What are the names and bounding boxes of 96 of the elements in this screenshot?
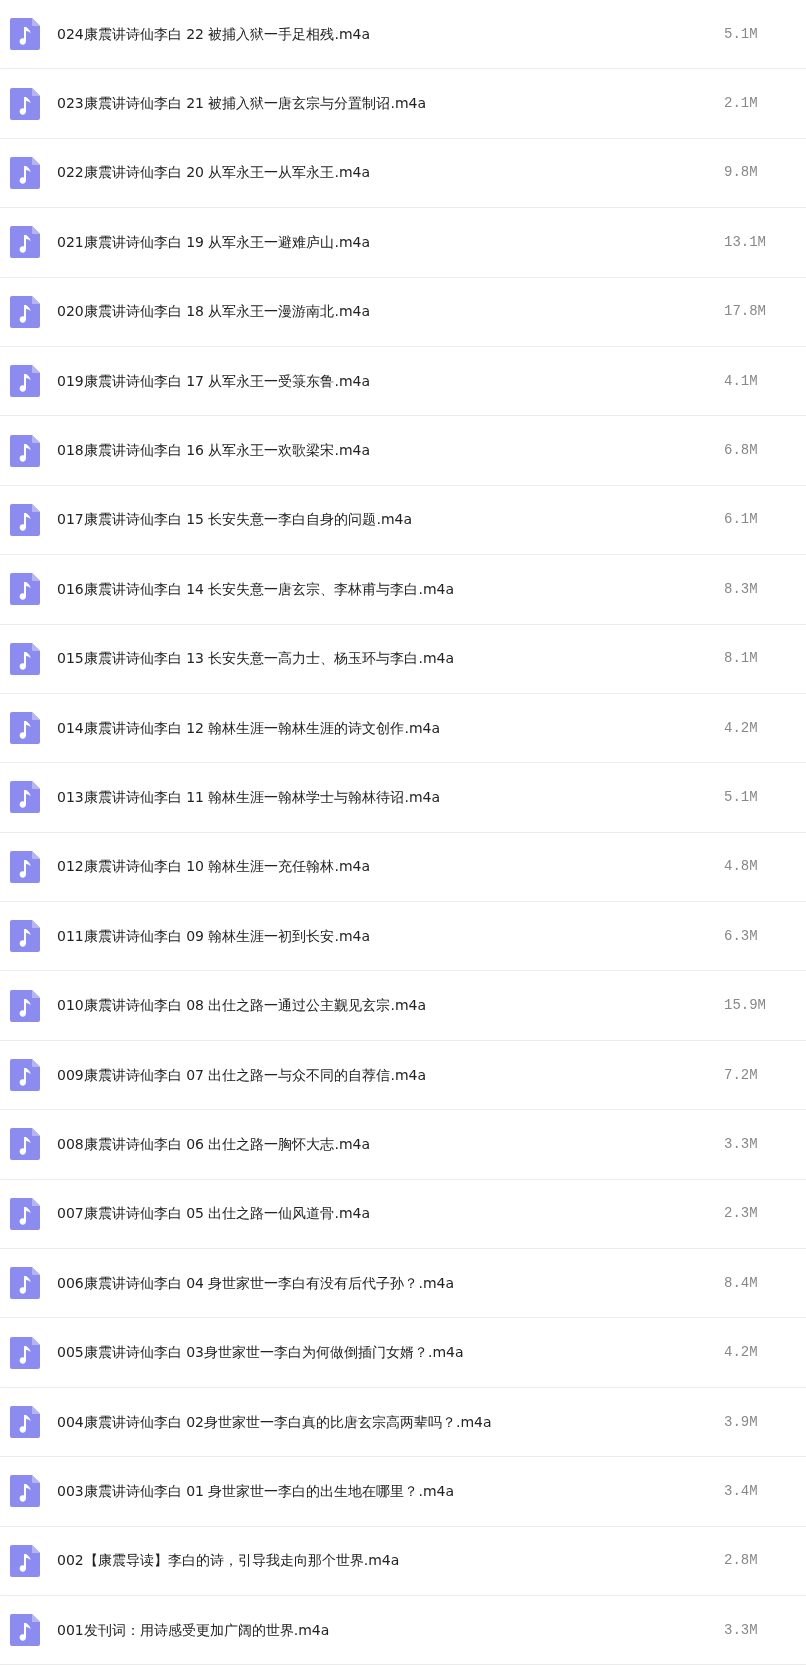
file-size: 3.3M [724,1620,759,1640]
file-name: 002【康震导读】李白的诗，引导我走向那个世界.m4a [57,1551,400,1571]
file-size: 8.4M [724,1273,759,1293]
file-name: 018康震讲诗仙李白 16 从军永王一欢歌梁宋.m4a [57,441,370,461]
file-row[interactable]: 019康震讲诗仙李白 17 从军永王一受箓东鲁.m4a 4.1M [0,346,806,417]
file-name: 005康震讲诗仙李白 03身世家世一李白为何做倒插门女婿？.m4a [57,1343,464,1363]
audio-file-icon [10,18,40,51]
audio-file-icon [10,1059,40,1092]
file-row[interactable]: 018康震讲诗仙李白 16 从军永王一欢歌梁宋.m4a 6.8M [0,416,806,486]
file-row[interactable]: 022康震讲诗仙李白 20 从军永王一从军永王.m4a 9.8M [0,138,806,209]
file-size: 4.2M [724,1343,759,1363]
file-row[interactable]: 014康震讲诗仙李白 12 翰林生涯一翰林生涯的诗文创作.m4a 4.2M [0,693,806,764]
file-size: 8.1M [724,649,759,669]
audio-file-icon [10,365,40,398]
file-size: 8.3M [724,579,759,599]
audio-file-icon [10,87,40,120]
audio-file-icon [10,434,40,467]
file-row[interactable]: 005康震讲诗仙李白 03身世家世一李白为何做倒插门女婿？.m4a 4.2M [0,1318,806,1388]
audio-file-icon [10,1614,40,1647]
audio-file-icon [10,1406,40,1438]
file-size: 17.8M [724,302,767,322]
file-row[interactable]: 016康震讲诗仙李白 14 长安失意一唐玄宗、李林甫与李白.m4a 8.3M [0,555,806,625]
file-row[interactable]: 015康震讲诗仙李白 13 长安失意一高力士、杨玉环与李白.m4a 8.1M [0,624,806,694]
audio-file-icon [10,642,40,675]
audio-file-icon [10,1544,40,1577]
file-name: 006康震讲诗仙李白 04 身世家世一李白有没有后代子孙？.m4a [57,1273,454,1293]
file-row[interactable]: 010康震讲诗仙李白 08 出仕之路一通过公主觐见玄宗.m4a 15.9M [0,971,806,1041]
file-size: 4.1M [724,371,759,391]
audio-file-icon [10,1128,40,1161]
file-name: 011康震讲诗仙李白 09 翰林生涯一初到长安.m4a [57,926,370,946]
file-row[interactable]: 008康震讲诗仙李白 06 出仕之路一胸怀大志.m4a 3.3M [0,1110,806,1180]
file-row[interactable]: 011康震讲诗仙李白 09 翰林生涯一初到长安.m4a 6.3M [0,902,806,972]
file-name: 021康震讲诗仙李白 19 从军永王一避难庐山.m4a [57,232,370,252]
file-name: 023康震讲诗仙李白 21 被捕入狱一唐玄宗与分置制诏.m4a [57,94,426,114]
file-row[interactable]: 007康震讲诗仙李白 05 出仕之路一仙风道骨.m4a 2.3M [0,1179,806,1250]
file-row[interactable]: 004康震讲诗仙李白 02身世家世一李白真的比唐玄宗高两辈吗？.m4a 3.9M [0,1387,806,1458]
file-name: 014康震讲诗仙李白 12 翰林生涯一翰林生涯的诗文创作.m4a [57,718,440,738]
audio-file-icon [10,1475,40,1508]
file-size: 4.2M [724,718,759,738]
audio-file-icon [10,1267,40,1300]
file-size: 6.8M [724,441,759,461]
file-row[interactable]: 009康震讲诗仙李白 07 出仕之路一与众不同的自荐信.m4a 7.2M [0,1040,806,1111]
file-size: 15.9M [724,996,767,1016]
file-row[interactable]: 003康震讲诗仙李白 01 身世家世一李白的出生地在哪里？.m4a 3.4M [0,1457,806,1527]
file-name: 007康震讲诗仙李白 05 出仕之路一仙风道骨.m4a [57,1204,370,1224]
file-size: 7.2M [724,1065,759,1085]
audio-file-icon [10,1336,40,1369]
file-row[interactable]: 023康震讲诗仙李白 21 被捕入狱一唐玄宗与分置制诏.m4a 2.1M [0,69,806,139]
file-name: 013康震讲诗仙李白 11 翰林生涯一翰林学士与翰林待诏.m4a [57,788,440,807]
file-size: 6.3M [724,926,759,946]
file-size: 4.8M [724,857,759,877]
file-name: 008康震讲诗仙李白 06 出仕之路一胸怀大志.m4a [57,1134,370,1154]
file-name: 009康震讲诗仙李白 07 出仕之路一与众不同的自荐信.m4a [57,1065,426,1085]
file-row[interactable]: 013康震讲诗仙李白 11 翰林生涯一翰林学士与翰林待诏.m4a 5.1M [0,763,806,833]
file-name: 004康震讲诗仙李白 02身世家世一李白真的比唐玄宗高两辈吗？.m4a [57,1412,492,1432]
file-size: 6.1M [724,510,759,530]
file-row[interactable]: 012康震讲诗仙李白 10 翰林生涯一充任翰林.m4a 4.8M [0,832,806,903]
file-size: 3.9M [724,1412,759,1432]
audio-file-icon [10,850,40,883]
file-row[interactable]: 024康震讲诗仙李白 22 被捕入狱一手足相残.m4a 5.1M [0,0,806,70]
file-name: 003康震讲诗仙李白 01 身世家世一李白的出生地在哪里？.m4a [57,1481,454,1501]
audio-file-icon [10,573,40,606]
file-row[interactable]: 021康震讲诗仙李白 19 从军永王一避难庐山.m4a 13.1M [0,208,806,278]
file-size: 5.1M [724,24,759,44]
audio-file-icon [10,781,40,814]
file-row[interactable]: 017康震讲诗仙李白 15 长安失意一李白自身的问题.m4a 6.1M [0,485,806,556]
audio-file-icon [10,989,40,1022]
file-name: 016康震讲诗仙李白 14 长安失意一唐玄宗、李林甫与李白.m4a [57,579,454,599]
file-name: 012康震讲诗仙李白 10 翰林生涯一充任翰林.m4a [57,857,370,877]
file-size: 2.1M [724,94,759,114]
audio-file-icon [10,226,40,259]
audio-file-icon [10,295,40,328]
audio-file-icon [10,920,40,953]
file-name: 001发刊词：用诗感受更加广阔的世界.m4a [57,1620,330,1640]
file-row[interactable]: 001发刊词：用诗感受更加广阔的世界.m4a 3.3M [0,1596,806,1666]
file-name: 015康震讲诗仙李白 13 长安失意一高力士、杨玉环与李白.m4a [57,649,454,669]
file-name: 022康震讲诗仙李白 20 从军永王一从军永王.m4a [57,163,370,183]
file-name: 010康震讲诗仙李白 08 出仕之路一通过公主觐见玄宗.m4a [57,996,426,1016]
file-size: 5.1M [724,788,759,807]
file-row[interactable]: 020康震讲诗仙李白 18 从军永王一漫游南北.m4a 17.8M [0,277,806,347]
file-name: 019康震讲诗仙李白 17 从军永王一受箓东鲁.m4a [57,371,370,391]
file-name: 020康震讲诗仙李白 18 从军永王一漫游南北.m4a [57,302,370,322]
file-row[interactable]: 002【康震导读】李白的诗，引导我走向那个世界.m4a 2.8M [0,1526,806,1596]
file-size: 2.8M [724,1551,759,1571]
audio-file-icon [10,712,40,745]
file-row[interactable]: 006康震讲诗仙李白 04 身世家世一李白有没有后代子孙？.m4a 8.4M [0,1249,806,1319]
file-name: 024康震讲诗仙李白 22 被捕入狱一手足相残.m4a [57,24,370,44]
file-size: 3.3M [724,1134,759,1154]
audio-file-icon [10,156,40,189]
audio-file-icon [10,1197,40,1230]
file-size: 9.8M [724,163,759,183]
file-name: 017康震讲诗仙李白 15 长安失意一李白自身的问题.m4a [57,510,412,530]
file-size: 13.1M [724,232,767,252]
file-size: 2.3M [724,1204,759,1224]
audio-file-icon [10,503,40,536]
file-size: 3.4M [724,1481,759,1501]
